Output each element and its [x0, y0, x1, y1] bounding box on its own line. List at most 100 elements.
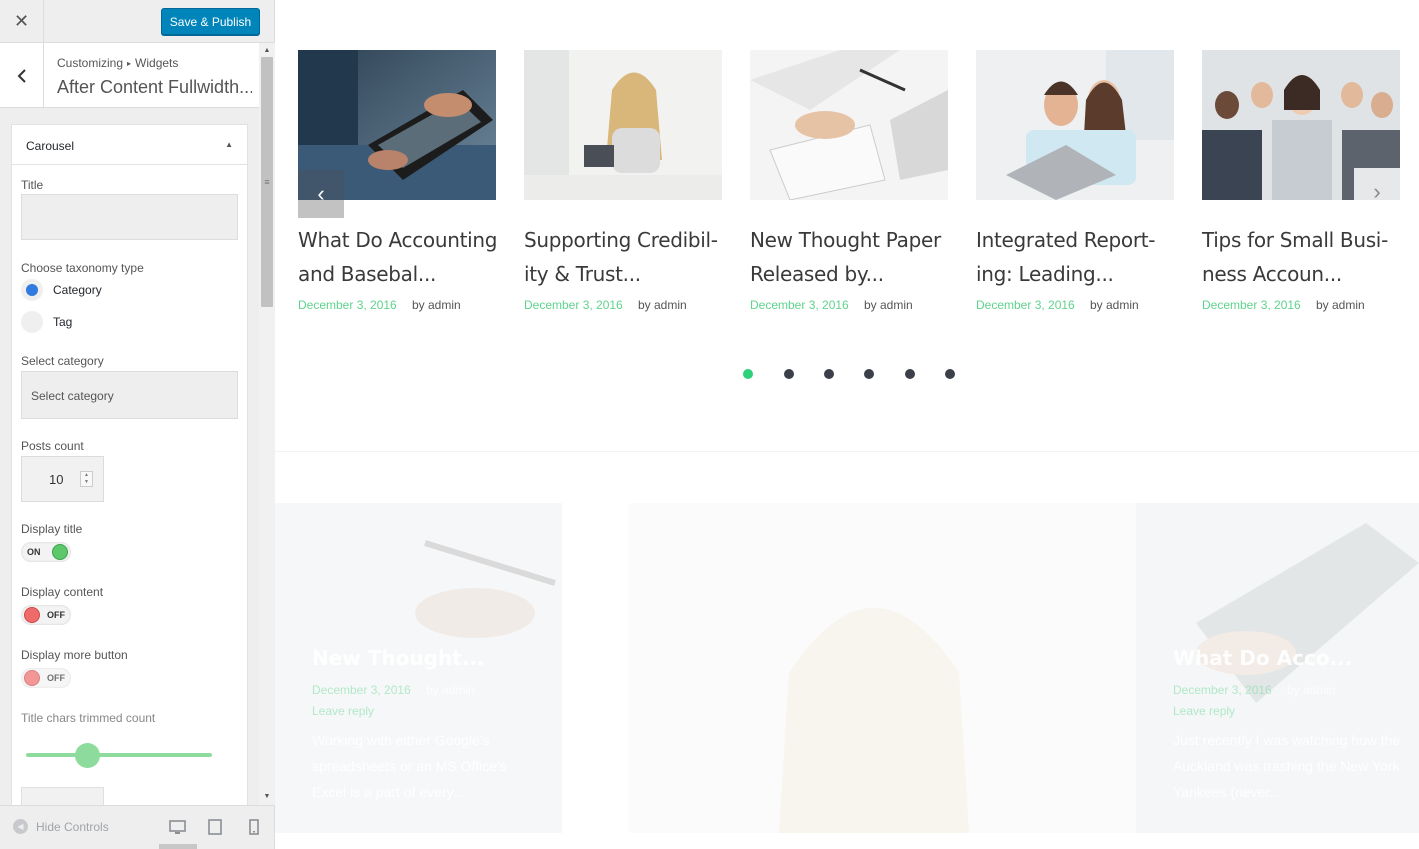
post-tile[interactable]: What Do Acco... December 3, 2016 by admi… — [1136, 503, 1419, 833]
posts-count-label: Posts count — [21, 439, 84, 453]
toggle-state: OFF — [47, 610, 65, 620]
card-title[interactable]: New Thought Paper Released by... — [750, 223, 950, 291]
customizer-sidebar: ✕ Save & Publish Customizing ▸ Widgets Aft… — [0, 0, 275, 849]
couple-laptop-photo[interactable] — [976, 50, 1174, 200]
tile-comments[interactable]: Leave reply — [312, 704, 374, 718]
carousel-dot[interactable] — [864, 369, 874, 379]
tile-title[interactable]: What Do Acco... — [1173, 646, 1352, 670]
display-title-label: Display title — [21, 522, 83, 536]
card-author[interactable]: by admin — [1090, 298, 1139, 312]
post-tile[interactable] — [629, 503, 1136, 833]
section-title: After Content Fullwidth... — [57, 77, 252, 97]
scroll-down-arrow-icon[interactable]: ▼ — [259, 789, 275, 803]
tile-title[interactable]: New Thought... — [312, 646, 485, 670]
grip-icon: ≡ — [264, 177, 270, 187]
posts-count-stepper[interactable]: 10 ▲ ▼ — [21, 456, 104, 502]
card-title[interactable]: Integrated Report-ing: Leading... — [976, 223, 1176, 291]
scroll-thumb[interactable]: ≡ — [261, 57, 273, 307]
tile-comments[interactable]: Leave reply — [1173, 704, 1235, 718]
chevron-right-icon: › — [1373, 179, 1381, 204]
card-title[interactable]: Supporting Credibil-ity & Trust... — [524, 223, 724, 291]
mobile-preview-icon[interactable] — [245, 818, 263, 836]
radio-tag[interactable] — [21, 311, 43, 333]
customizer-topbar: ✕ Save & Publish — [0, 0, 274, 43]
card-title[interactable]: What Do Accounting and Basebal... — [298, 223, 498, 291]
sidebar-scrollbar[interactable]: ▲ ≡ ▼ — [259, 43, 275, 805]
breadcrumb: Customizing ▸ Widgets — [57, 56, 178, 70]
tablet-preview-icon[interactable] — [206, 818, 224, 836]
widget-header[interactable]: Carousel ▲ — [12, 125, 247, 165]
radio-tag-label: Tag — [53, 315, 73, 329]
carousel-next-button[interactable]: › — [1354, 168, 1400, 216]
carousel-dot[interactable] — [905, 369, 915, 379]
site-preview: What Do Accounting and Basebal... Decemb… — [275, 0, 1419, 849]
toggle-state: OFF — [47, 673, 65, 683]
lower-post-grid: New Thought... December 3, 2016 by admin… — [275, 503, 1419, 849]
breadcrumb-child: Widgets — [135, 56, 179, 70]
card-author[interactable]: by admin — [638, 298, 687, 312]
title-label: Title — [21, 178, 44, 192]
section-divider — [275, 451, 1419, 452]
chevron-left-icon — [17, 68, 26, 83]
tile-author[interactable]: by admin — [426, 683, 475, 697]
toggle-knob — [52, 544, 68, 560]
active-device-indicator — [159, 844, 197, 849]
toggle-knob — [24, 670, 40, 686]
carousel-widget-panel: Carousel ▲ Title Choose taxonomy type Ca… — [11, 124, 248, 814]
radio-category[interactable] — [21, 279, 43, 301]
section-header: Customizing ▸ Widgets After Content Fullwi… — [0, 43, 259, 108]
collapse-arrow-icon[interactable]: ▲ — [225, 140, 233, 149]
card-date[interactable]: December 3, 2016 — [976, 298, 1075, 312]
card-date[interactable]: December 3, 2016 — [524, 298, 623, 312]
chevron-left-icon: ‹ — [317, 181, 325, 206]
scroll-up-arrow-icon[interactable]: ▲ — [259, 43, 275, 57]
back-button[interactable] — [0, 43, 44, 108]
spinner-arrows-icon[interactable]: ▲ ▼ — [80, 471, 93, 487]
tile-overlay — [629, 503, 1136, 833]
display-more-label: Display more button — [21, 648, 128, 662]
display-content-label: Display content — [21, 585, 104, 599]
select-category-label: Select category — [21, 354, 104, 368]
display-content-toggle[interactable]: OFF — [21, 605, 71, 625]
tile-excerpt: Working with either Google's spreadsheet… — [312, 732, 507, 800]
trim-count-label: Title chars trimmed count — [21, 711, 156, 725]
display-more-toggle[interactable]: OFF — [21, 668, 71, 688]
trim-slider-thumb[interactable] — [74, 743, 100, 768]
tile-excerpt: Just recently I was watching how the Auc… — [1173, 732, 1401, 800]
hide-controls-label: Hide Controls — [36, 819, 109, 834]
card-date[interactable]: December 3, 2016 — [1202, 298, 1301, 312]
card-author[interactable]: by admin — [1316, 298, 1365, 312]
tile-date[interactable]: December 3, 2016 — [1173, 683, 1272, 697]
select-category-dropdown[interactable]: Select category — [21, 371, 238, 419]
widget-name: Carousel — [26, 139, 75, 153]
title-input[interactable] — [21, 194, 238, 240]
tile-date[interactable]: December 3, 2016 — [312, 683, 411, 697]
carousel-dot[interactable] — [784, 369, 794, 379]
post-tile[interactable]: New Thought... December 3, 2016 by admin… — [275, 503, 562, 833]
toggle-knob — [24, 607, 40, 623]
display-title-toggle[interactable]: ON — [21, 542, 71, 562]
desktop-preview-icon[interactable] — [168, 818, 186, 836]
card-author[interactable]: by admin — [412, 298, 461, 312]
trim-slider-track[interactable] — [26, 753, 212, 757]
card-date[interactable]: December 3, 2016 — [298, 298, 397, 312]
carousel-dot[interactable] — [945, 369, 955, 379]
carousel-prev-button[interactable]: ‹ — [298, 170, 344, 218]
save-publish-button[interactable]: Save & Publish — [161, 8, 260, 35]
radio-category-label: Category — [53, 283, 102, 297]
carousel-dot[interactable] — [743, 369, 753, 379]
close-customizer-button[interactable]: ✕ — [0, 0, 44, 43]
collapse-left-icon: ◀ — [13, 819, 28, 834]
woman-tablet-photo[interactable] — [524, 50, 722, 200]
breadcrumb-separator: ▸ — [127, 59, 132, 68]
hide-controls-button[interactable]: ◀ Hide Controls — [13, 819, 109, 834]
toggle-state: ON — [27, 547, 41, 557]
card-author[interactable]: by admin — [864, 298, 913, 312]
tile-author[interactable]: by admin — [1287, 683, 1336, 697]
carousel-dot[interactable] — [824, 369, 834, 379]
taxonomy-label: Choose taxonomy type — [21, 261, 144, 275]
customizer-footer: ◀ Hide Controls — [0, 805, 274, 849]
card-date[interactable]: December 3, 2016 — [750, 298, 849, 312]
calculator-photo[interactable] — [750, 50, 948, 200]
card-title[interactable]: Tips for Small Busi-ness Accoun... — [1202, 223, 1402, 291]
